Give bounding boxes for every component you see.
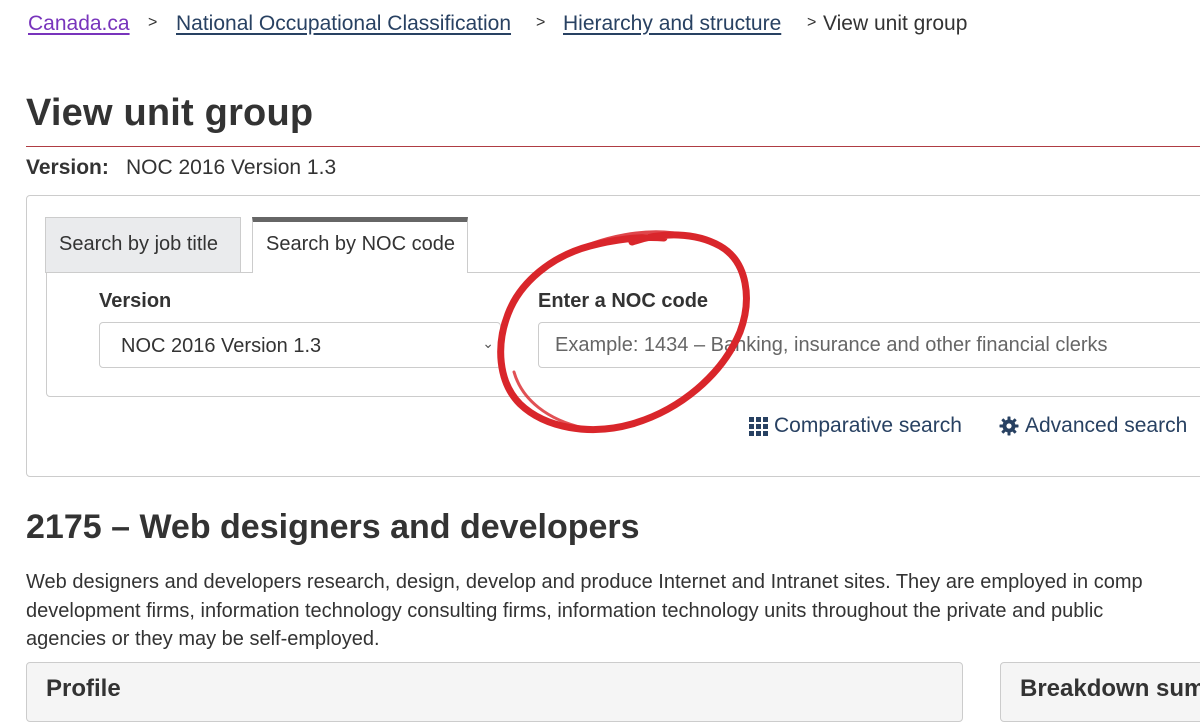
- version-select-value: NOC 2016 Version 1.3: [121, 335, 322, 357]
- breadcrumb-link-noc[interactable]: National Occupational Classification: [176, 12, 511, 36]
- description-line: agencies or they may be self-employed.: [26, 628, 380, 650]
- comparative-search-link[interactable]: Comparative search: [749, 414, 962, 438]
- advanced-search-label: Advanced search: [1025, 414, 1188, 437]
- version-label: Version:: [26, 156, 109, 179]
- comparative-search-label: Comparative search: [774, 414, 962, 437]
- breadcrumb-link-hierarchy[interactable]: Hierarchy and structure: [563, 12, 781, 36]
- active-tab-connector: [253, 271, 467, 274]
- profile-card-title: Profile: [46, 675, 121, 702]
- page-title: View unit group: [26, 92, 314, 134]
- chevron-down-icon: ⌄: [482, 335, 494, 351]
- profile-card: Profile: [26, 662, 963, 722]
- description-line: Web designers and developers research, d…: [26, 571, 1143, 593]
- version-select[interactable]: NOC 2016 Version 1.3 ⌄: [99, 322, 501, 368]
- version-line: Version: NOC 2016 Version 1.3: [26, 156, 336, 180]
- breadcrumb-separator: >: [807, 14, 817, 31]
- breadcrumb-separator: >: [536, 14, 546, 31]
- breadcrumb-current: View unit group: [823, 12, 968, 35]
- unit-group-title: 2175 – Web designers and developers: [26, 508, 640, 546]
- gear-icon: [999, 416, 1019, 436]
- version-field-label: Version: [99, 290, 172, 312]
- search-panel: Search by job title Search by NOC code V…: [26, 195, 1200, 477]
- title-divider: [26, 146, 1200, 147]
- breakdown-card: Breakdown summ: [1000, 662, 1200, 722]
- description-line: development firms, information technolog…: [26, 599, 1104, 622]
- version-value: NOC 2016 Version 1.3: [126, 156, 337, 179]
- noc-code-input[interactable]: [538, 322, 1200, 368]
- noc-code-field-label: Enter a NOC code: [538, 290, 709, 312]
- breadcrumb-separator: >: [148, 14, 158, 31]
- tab-search-by-noc-code[interactable]: Search by NOC code: [252, 217, 468, 273]
- breadcrumb-link-canada[interactable]: Canada.ca: [28, 12, 130, 36]
- tab-search-by-job-title[interactable]: Search by job title: [45, 217, 241, 273]
- breakdown-card-title: Breakdown summ: [1020, 675, 1200, 702]
- grid-icon: [749, 416, 768, 436]
- unit-group-description: Web designers and developers research, d…: [26, 568, 1200, 654]
- advanced-search-link[interactable]: Advanced search: [999, 414, 1187, 438]
